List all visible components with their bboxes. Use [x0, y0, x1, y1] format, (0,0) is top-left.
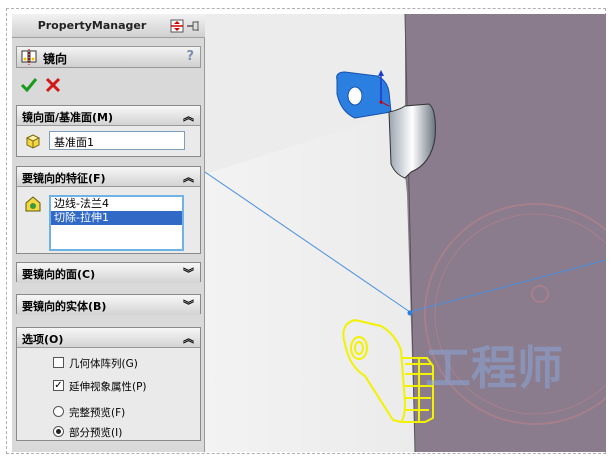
- full-preview-radio[interactable]: [53, 406, 64, 417]
- list-item[interactable]: 边线-法兰4: [51, 197, 182, 211]
- panel-pin-icons[interactable]: [169, 18, 201, 34]
- group-bodies-title: 要镜向的实体(B): [22, 300, 107, 313]
- group-features-to-mirror: 要镜向的特征(F) ︽ 边线-法兰4 切除-拉伸1: [16, 166, 201, 254]
- solidworks-window: PropertyManager 镜向 ? 镜向面/基准面(M) ︽ 基准面1 要…: [0, 0, 613, 460]
- chevron-up-icon[interactable]: ︽: [183, 330, 194, 346]
- group-mirror-face-title: 镜向面/基准面(M): [22, 111, 114, 124]
- chevron-down-icon[interactable]: ︾: [183, 265, 194, 281]
- geometry-pattern-label: 几何体阵列(G): [69, 358, 138, 370]
- group-bodies-header[interactable]: 要镜向的实体(B) ︾: [17, 295, 200, 315]
- partial-preview-label: 部分预览(I): [69, 427, 123, 439]
- property-manager-panel: PropertyManager 镜向 ? 镜向面/基准面(M) ︽ 基准面1 要…: [12, 14, 205, 452]
- group-options-header[interactable]: 选项(O) ︽: [17, 328, 200, 348]
- ok-checkmark-icon[interactable]: [20, 76, 38, 94]
- features-list[interactable]: 边线-法兰4 切除-拉伸1: [49, 195, 184, 251]
- group-features-title: 要镜向的特征(F): [22, 172, 106, 185]
- group-features-header[interactable]: 要镜向的特征(F) ︽: [17, 167, 200, 187]
- property-manager-header: PropertyManager: [12, 14, 205, 38]
- chevron-up-icon[interactable]: ︽: [183, 108, 194, 124]
- pin-icon: [187, 21, 199, 31]
- mirror-feature-icon: [21, 49, 37, 65]
- group-faces-title: 要镜向的面(C): [22, 268, 96, 281]
- feature-header: 镜向 ?: [16, 46, 201, 68]
- group-faces-to-mirror: 要镜向的面(C) ︾: [16, 262, 201, 283]
- group-mirror-face: 镜向面/基准面(M) ︽ 基准面1: [16, 105, 201, 157]
- group-faces-header[interactable]: 要镜向的面(C) ︾: [17, 263, 200, 283]
- graphics-viewport[interactable]: 工程师: [205, 14, 606, 452]
- partial-preview-radio[interactable]: [53, 426, 64, 437]
- list-item-selected[interactable]: 切除-拉伸1: [51, 211, 182, 225]
- full-preview-label: 完整预览(F): [69, 407, 126, 419]
- features-icon: [25, 196, 41, 212]
- chevron-down-icon[interactable]: ︾: [183, 297, 194, 313]
- cancel-x-icon[interactable]: [44, 76, 62, 94]
- help-icon[interactable]: ?: [186, 49, 194, 64]
- watermark-text: 工程师: [425, 341, 563, 395]
- mirror-face-value: 基准面1: [54, 136, 94, 149]
- model-view[interactable]: 工程师: [205, 14, 606, 452]
- propagate-visual-checkbox[interactable]: ✓: [53, 380, 64, 391]
- mirror-face-field[interactable]: 基准面1: [49, 131, 185, 150]
- chevron-up-icon[interactable]: ︽: [183, 169, 194, 185]
- propagate-visual-label: 延伸视象属性(P): [69, 381, 147, 393]
- split-panel-icon[interactable]: [169, 18, 201, 34]
- group-options-title: 选项(O): [22, 333, 64, 346]
- property-manager-title: PropertyManager: [37, 19, 147, 32]
- group-mirror-face-header[interactable]: 镜向面/基准面(M) ︽: [17, 106, 200, 126]
- plane-point: [407, 310, 413, 316]
- feature-name: 镜向: [43, 52, 68, 66]
- group-bodies-to-mirror: 要镜向的实体(B) ︾: [16, 294, 201, 315]
- plane-icon: [25, 134, 41, 149]
- geometry-pattern-checkbox[interactable]: [53, 357, 64, 368]
- group-options: 选项(O) ︽ 几何体阵列(G) ✓ 延伸视象属性(P) 完整预览(F) 部分预…: [16, 327, 201, 441]
